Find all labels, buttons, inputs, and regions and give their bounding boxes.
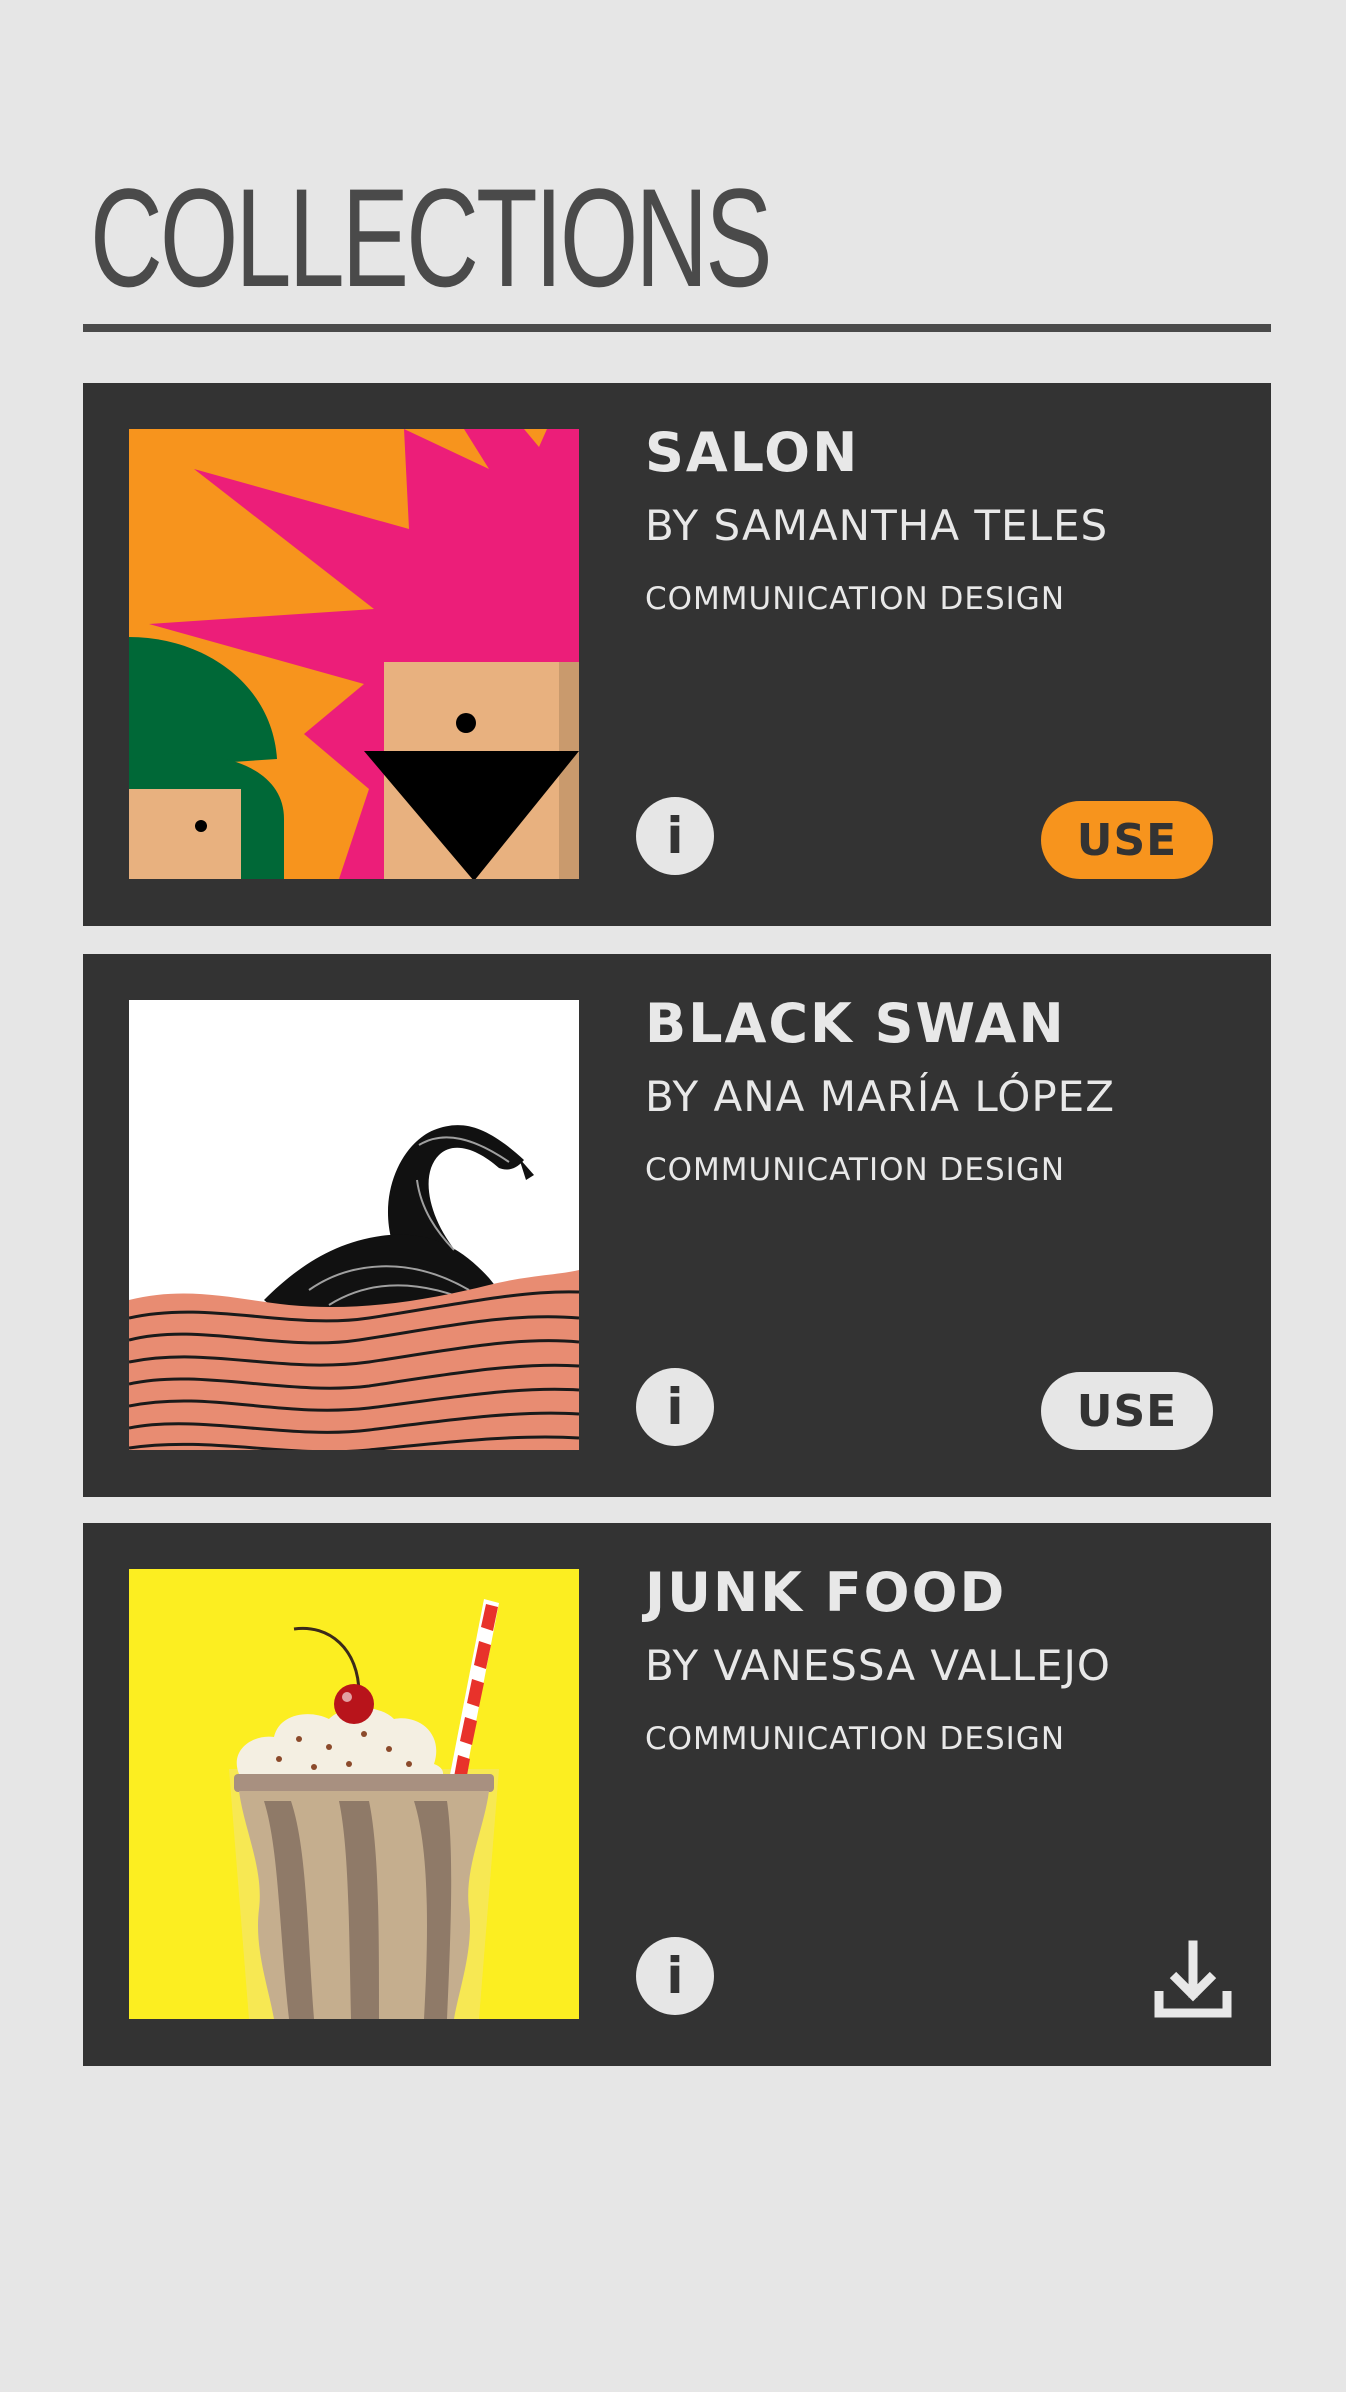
collection-card-salon[interactable]: SALON BY SAMANTHA TELES COMMUNICATION DE… — [83, 383, 1271, 926]
info-icon: i — [666, 1947, 684, 2005]
info-button[interactable]: i — [636, 1937, 714, 2015]
info-button[interactable]: i — [636, 797, 714, 875]
title-divider — [83, 324, 1271, 332]
info-icon: i — [666, 1378, 684, 1436]
collection-category: COMMUNICATION DESIGN — [645, 581, 1066, 617]
use-button[interactable]: USE — [1041, 1372, 1213, 1450]
download-icon — [1154, 1940, 1232, 2018]
download-button[interactable] — [1145, 1931, 1241, 2027]
junk-food-thumbnail[interactable] — [129, 1569, 579, 2019]
collection-author: BY SAMANTHA TELES — [645, 501, 1109, 550]
collection-category: COMMUNICATION DESIGN — [645, 1721, 1066, 1757]
info-icon: i — [666, 807, 684, 865]
black-swan-thumbnail[interactable] — [129, 1000, 579, 1450]
use-button[interactable]: USE — [1041, 801, 1213, 879]
collection-author: BY VANESSA VALLEJO — [645, 1641, 1111, 1690]
collection-card-junk-food[interactable]: JUNK FOOD BY VANESSA VALLEJO COMMUNICATI… — [83, 1523, 1271, 2066]
collection-name: JUNK FOOD — [645, 1561, 1007, 1624]
collection-name: SALON — [645, 421, 860, 484]
info-button[interactable]: i — [636, 1368, 714, 1446]
collection-category: COMMUNICATION DESIGN — [645, 1152, 1066, 1188]
collection-author: BY ANA MARÍA LÓPEZ — [645, 1072, 1115, 1121]
salon-thumbnail[interactable] — [129, 429, 579, 879]
salon-artwork-icon — [129, 429, 579, 879]
junk-food-artwork-icon — [129, 1569, 579, 2019]
page-title: COLLECTIONS — [90, 159, 773, 316]
black-swan-artwork-icon — [129, 1000, 579, 1450]
collection-name: BLACK SWAN — [645, 992, 1066, 1055]
collection-card-black-swan[interactable]: BLACK SWAN BY ANA MARÍA LÓPEZ COMMUNICAT… — [83, 954, 1271, 1497]
